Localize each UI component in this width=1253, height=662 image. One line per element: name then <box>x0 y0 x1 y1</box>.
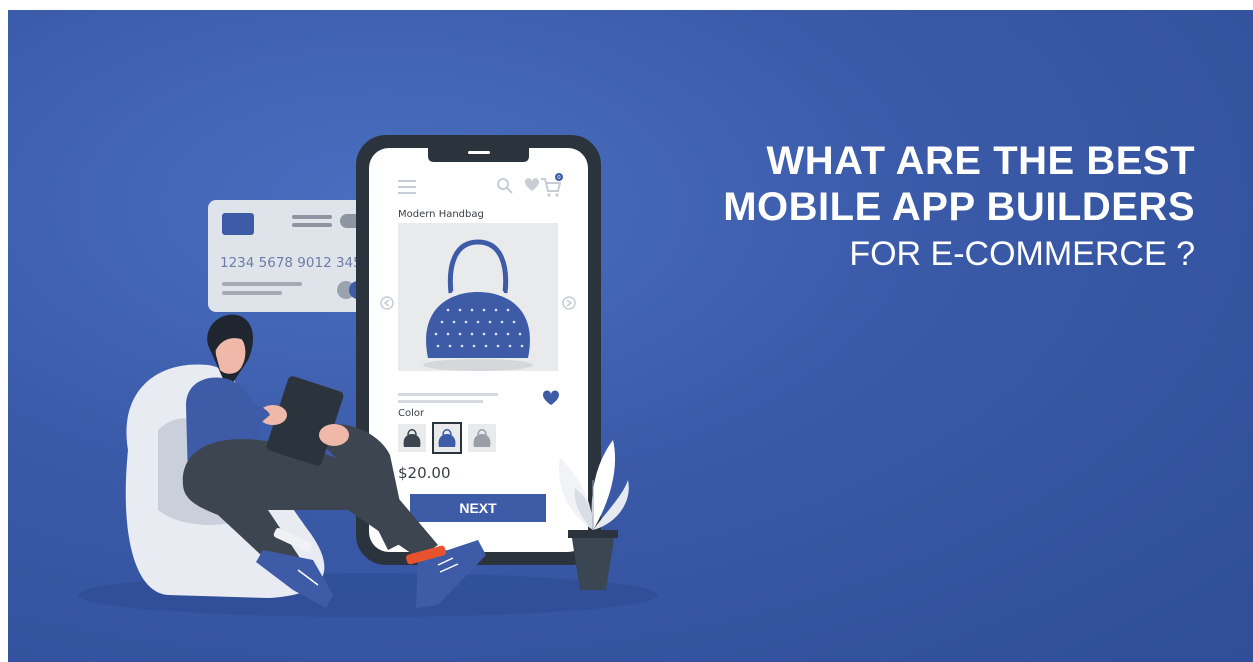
price: $20.00 <box>398 464 451 482</box>
hero-banner: 1234 5678 9012 345 0 Modern Handbag Colo… <box>8 10 1253 662</box>
product-name: Modern Handbag <box>398 209 484 220</box>
credit-card-illustration: 1234 5678 9012 345 <box>208 200 378 312</box>
color-swatch-blue-selected[interactable] <box>432 422 462 454</box>
color-label: Color <box>398 408 425 419</box>
color-swatch-dark[interactable] <box>398 424 426 452</box>
headline-line-1: WHAT ARE THE BEST <box>766 139 1195 183</box>
headline-line-2: MOBILE APP BUILDERS <box>723 185 1195 229</box>
color-swatch-gray[interactable] <box>468 424 496 452</box>
headline-line-3: FOR E-COMMERCE ? <box>849 235 1195 273</box>
card-chip-icon <box>222 213 254 235</box>
cart-count-badge: 0 <box>557 175 561 181</box>
illustration: 1234 5678 9012 345 0 Modern Handbag Colo… <box>78 135 658 617</box>
next-button[interactable]: NEXT <box>410 494 546 522</box>
headline: WHAT ARE THE BEST MOBILE APP BUILDERS FO… <box>723 138 1195 274</box>
next-button-label: NEXT <box>459 500 497 516</box>
card-number: 1234 5678 9012 345 <box>220 255 362 271</box>
